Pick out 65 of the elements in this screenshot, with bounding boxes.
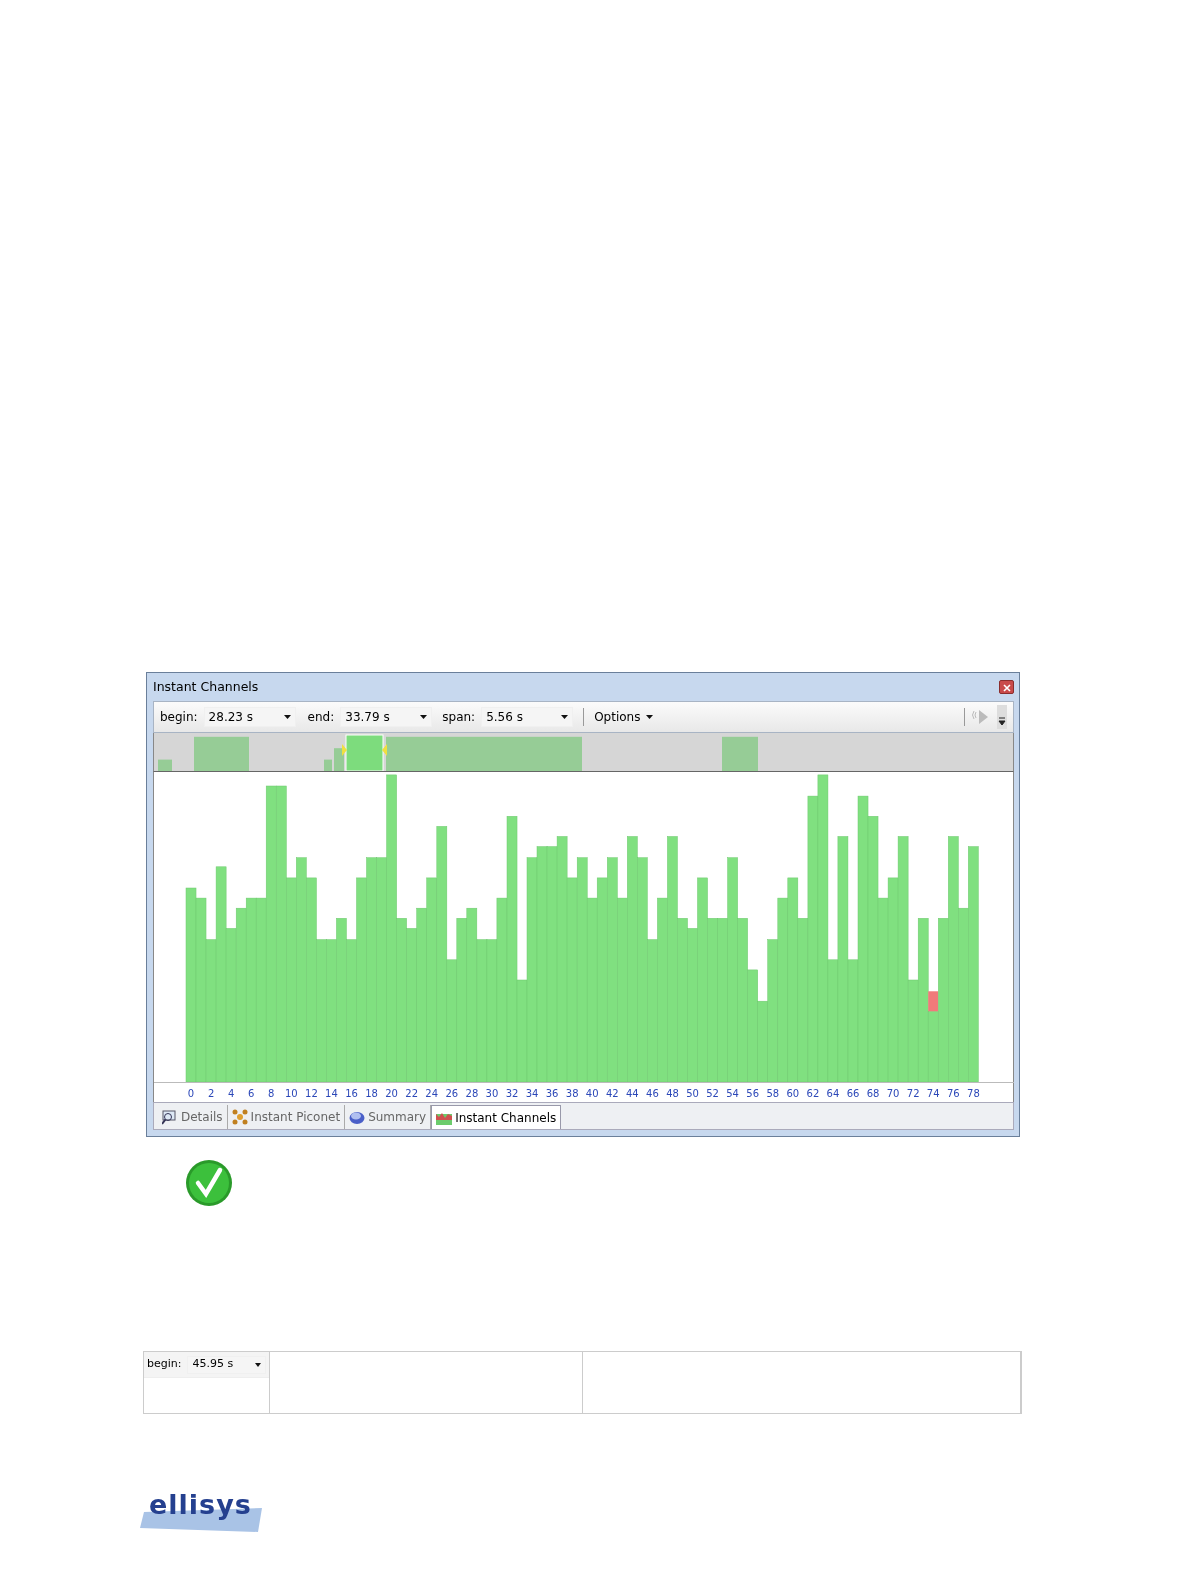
channel-label: 22 (405, 1088, 419, 1099)
options-button[interactable]: Options (590, 708, 658, 726)
channel-label: 48 (666, 1088, 679, 1099)
dropdown-field[interactable]: 28.23 s (203, 707, 296, 727)
overflow-icon[interactable] (997, 705, 1007, 729)
caret-icon (561, 715, 569, 719)
channel-label: 30 (485, 1088, 499, 1099)
channel-label: 32 (505, 1088, 519, 1099)
channel-label: 6 (248, 1088, 255, 1099)
tab[interactable]: Instant Piconet (227, 1105, 346, 1129)
channel-label: 54 (726, 1088, 739, 1099)
window-title: Instant Channels (153, 677, 259, 696)
close-icon (1002, 683, 1011, 692)
caret-icon (283, 715, 291, 719)
channel-label: 34 (525, 1088, 539, 1099)
channel-label: 4 (227, 1088, 235, 1099)
channel-label: 56 (746, 1088, 760, 1099)
channel-label: 66 (846, 1088, 860, 1099)
field-label: begin: (160, 709, 198, 726)
caret-icon (420, 715, 428, 719)
channel-label: 16 (345, 1088, 358, 1099)
field-label: end: (307, 709, 335, 726)
channel-label: 60 (786, 1088, 800, 1099)
channel-label: 46 (646, 1088, 659, 1099)
channel-label: 0 (187, 1088, 195, 1099)
channel-label: 68 (866, 1088, 880, 1099)
channel-label: 20 (385, 1088, 398, 1099)
channel-label: 52 (706, 1088, 719, 1099)
channel-label: 2 (207, 1088, 215, 1099)
channel-label: 74 (926, 1088, 940, 1099)
channel-label: 36 (545, 1088, 559, 1099)
channel-label: 24 (425, 1088, 439, 1099)
channel-label: 8 (268, 1088, 275, 1099)
field-label: begin: (147, 1356, 182, 1373)
dropdown-field[interactable]: 45.95 s (187, 1355, 266, 1374)
channel-label: 18 (365, 1088, 378, 1099)
channel-label: 62 (806, 1088, 820, 1099)
magnifier-icon (162, 1109, 178, 1125)
channel-label: 58 (766, 1088, 780, 1099)
checkmark-icon (185, 1159, 233, 1207)
channel-label: 42 (605, 1088, 619, 1099)
tab[interactable]: Instant Channels (431, 1105, 562, 1129)
channel-label: 38 (565, 1088, 579, 1099)
channel-label: 14 (325, 1088, 338, 1099)
caret-icon (646, 715, 654, 719)
dropdown-field[interactable]: 5.56 s (481, 707, 574, 727)
channel-label: 78 (967, 1088, 980, 1099)
channel-label: 40 (585, 1088, 599, 1099)
disc-icon (349, 1109, 366, 1125)
channel-label: 26 (445, 1088, 459, 1099)
channel-label: 28 (465, 1088, 479, 1099)
channel-label: 70 (886, 1088, 900, 1099)
field-label: span: (442, 709, 476, 726)
channel-label: 50 (686, 1088, 699, 1099)
channel-label: 72 (906, 1088, 920, 1099)
dropdown-field[interactable]: 33.79 s (340, 707, 433, 727)
close-button[interactable] (999, 680, 1014, 694)
tab[interactable]: Details (158, 1105, 228, 1129)
channel-label: 44 (625, 1088, 639, 1099)
channel-label: 64 (826, 1088, 840, 1099)
channel-label: 76 (946, 1088, 960, 1099)
channel-label: 12 (305, 1088, 318, 1099)
caret-icon (255, 1362, 261, 1367)
channel-label: 10 (284, 1088, 298, 1099)
network-icon (231, 1109, 248, 1125)
